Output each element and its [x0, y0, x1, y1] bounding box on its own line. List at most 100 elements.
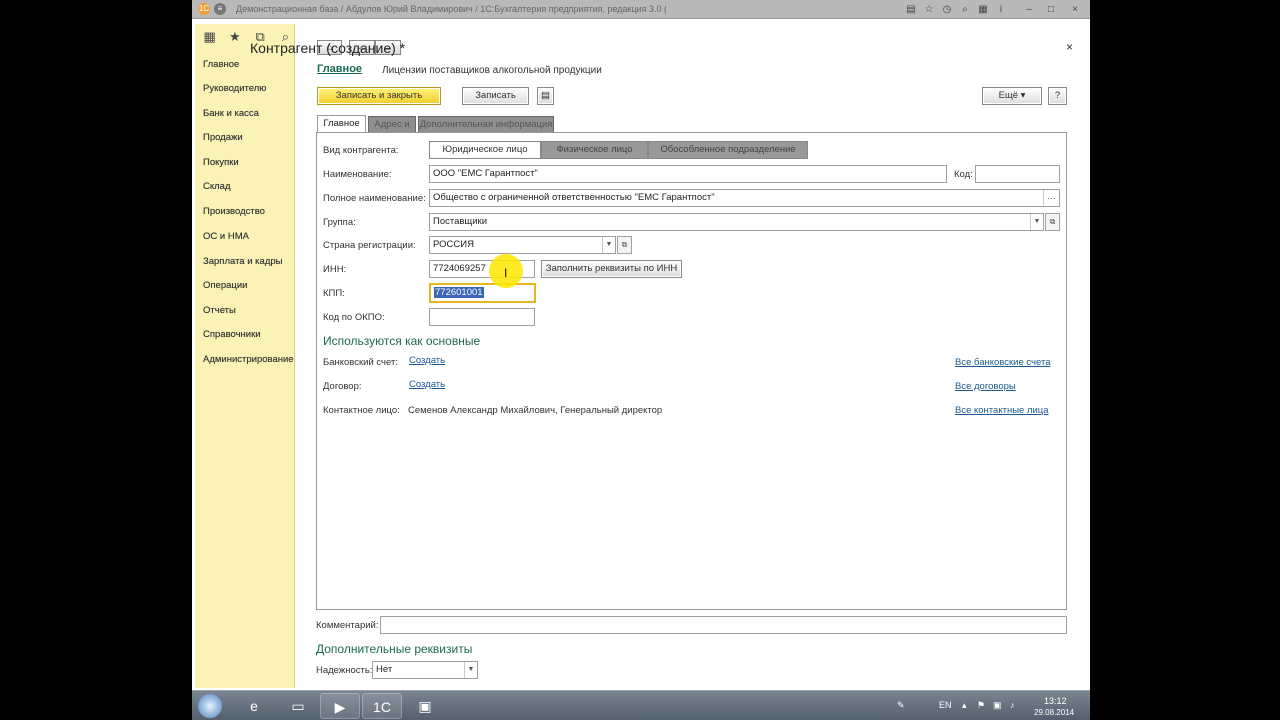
more-button[interactable]: Ещё ▾	[982, 87, 1042, 105]
clock-time[interactable]: 13:12	[1044, 696, 1067, 706]
kind-option-branch[interactable]: Обособленное подразделение	[648, 141, 808, 159]
sidebar-item-fixed-assets[interactable]: ОС и НМА	[203, 231, 249, 242]
create-bank-account-link[interactable]: Создать	[409, 355, 445, 366]
name-label: Наименование:	[323, 169, 392, 180]
inn-label: ИНН:	[323, 264, 347, 275]
text-cursor-icon: I	[504, 266, 508, 280]
full-name-input[interactable]: Общество с ограниченной ответственностью…	[429, 189, 1060, 207]
open-group-icon[interactable]: ⧉	[1045, 213, 1060, 231]
sidebar-item-operations[interactable]: Операции	[203, 280, 247, 291]
extra-heading: Дополнительные реквизиты	[316, 642, 473, 656]
code-input[interactable]	[975, 165, 1060, 183]
save-and-close-button[interactable]: Записать и закрыть	[317, 87, 441, 105]
contract-label: Договор:	[323, 381, 362, 392]
history-icon[interactable]: ◷	[940, 3, 954, 16]
more-label: Ещё	[998, 90, 1018, 101]
folder-icon[interactable]: ▭	[278, 693, 318, 719]
open-country-icon[interactable]: ⧉	[617, 236, 632, 254]
nav-link-main[interactable]: Главное	[317, 63, 362, 75]
start-button[interactable]	[198, 694, 222, 718]
all-contacts-link[interactable]: Все контактные лица	[955, 405, 1049, 416]
volume-icon[interactable]: ♪	[1010, 700, 1015, 710]
section-panel: ▦ ★ ⧉ ⌕ Главное Руководителю Банк и касс…	[195, 24, 295, 688]
tray-arrow-icon[interactable]: ▴	[962, 700, 967, 711]
okpo-input[interactable]	[429, 308, 535, 326]
kind-option-legal[interactable]: Юридическое лицо	[429, 141, 541, 159]
kind-label: Вид контрагента:	[323, 145, 399, 156]
sidebar-item-production[interactable]: Производство	[203, 206, 265, 217]
info-icon[interactable]: i	[994, 3, 1008, 16]
pen-icon[interactable]: ✎	[897, 700, 905, 711]
network-icon[interactable]: ▣	[993, 700, 1002, 711]
contact-label: Контактное лицо:	[323, 405, 400, 416]
sidebar-item-warehouse[interactable]: Склад	[203, 181, 231, 192]
close-form-icon[interactable]: ×	[1066, 40, 1073, 54]
main-menu-icon[interactable]: ▤	[904, 3, 918, 16]
search-icon[interactable]: ⌕	[958, 3, 972, 16]
contact-value[interactable]: Семенов Александр Михайлович, Генеральны…	[408, 405, 662, 416]
create-contract-link[interactable]: Создать	[409, 379, 445, 390]
sidebar-item-bank[interactable]: Банк и касса	[203, 108, 259, 119]
code-label: Код:	[954, 169, 973, 180]
sidebar-item-manager[interactable]: Руководителю	[203, 83, 266, 94]
sidebar-item-payroll[interactable]: Зарплата и кадры	[203, 256, 282, 267]
comment-input[interactable]	[380, 616, 1067, 634]
reliability-select[interactable]: Нет ▼	[372, 661, 478, 679]
chevron-down-icon[interactable]: ▼	[464, 662, 477, 678]
kind-option-individual[interactable]: Физическое лицо	[541, 141, 648, 159]
sidebar-item-purchases[interactable]: Покупки	[203, 157, 239, 168]
tab-additional-info[interactable]: Дополнительная информация	[418, 116, 554, 133]
close-window-icon[interactable]: ×	[1068, 3, 1082, 16]
media-player-icon[interactable]: ▶	[320, 693, 360, 719]
fill-by-inn-button[interactable]: Заполнить реквизиты по ИНН	[541, 260, 682, 278]
print-icon[interactable]: ▤	[537, 87, 554, 105]
comment-label: Комментарий:	[316, 620, 379, 631]
ie-icon[interactable]: e	[234, 693, 274, 719]
sidebar-item-main[interactable]: Главное	[203, 59, 239, 70]
group-value: Поставщики	[433, 216, 488, 227]
1c-logo-icon[interactable]: 1С	[198, 3, 210, 15]
reliability-value: Нет	[376, 664, 393, 675]
all-contracts-link[interactable]: Все договоры	[955, 381, 1016, 392]
maximize-icon[interactable]: □	[1044, 3, 1058, 16]
full-name-value: Общество с ограниченной ответственностью…	[433, 192, 715, 203]
app-icon[interactable]: ▣	[405, 693, 445, 719]
name-input[interactable]: ООО "ЕМС Гарантпост"	[429, 165, 947, 183]
minimize-icon[interactable]: –	[1022, 3, 1036, 16]
kpp-label: КПП:	[323, 288, 345, 299]
chevron-down-icon[interactable]: ▼	[1030, 214, 1043, 230]
kpp-input[interactable]: 772601001	[429, 283, 536, 303]
flag-icon[interactable]: ⚑	[977, 700, 985, 711]
grid-icon[interactable]: ▦	[201, 29, 218, 45]
clock-date[interactable]: 29.08.2014	[1034, 708, 1074, 717]
sidebar-item-reports[interactable]: Отчеты	[203, 305, 236, 316]
calculator-icon[interactable]: ▦	[976, 3, 990, 16]
bank-account-label: Банковский счет:	[323, 357, 398, 368]
star-icon[interactable]: ★	[226, 29, 243, 45]
save-button[interactable]: Записать	[462, 87, 529, 105]
language-indicator[interactable]: EN	[939, 700, 952, 710]
1c-icon[interactable]: 1С	[362, 693, 402, 719]
chevron-down-icon[interactable]: ▼	[602, 237, 615, 253]
tab-address[interactable]: Адрес и	[368, 116, 416, 133]
sidebar-item-sales[interactable]: Продажи	[203, 132, 243, 143]
group-label: Группа:	[323, 217, 356, 228]
kpp-value: 772601001	[434, 287, 484, 298]
all-bank-accounts-link[interactable]: Все банковские счета	[955, 357, 1050, 368]
menu-icon[interactable]: ≡	[214, 3, 226, 15]
country-label: Страна регистрации:	[323, 240, 416, 251]
sidebar-item-directories[interactable]: Справочники	[203, 329, 261, 340]
tab-main[interactable]: Главное	[317, 115, 366, 132]
windows-taskbar: e ▭ ▶ 1С ▣ ✎ EN ▴ ⚑ ▣ ♪ 13:12 29.08.2014	[192, 690, 1090, 720]
window-title: Демонстрационная база / Абдулов Юрий Вла…	[236, 4, 666, 14]
reliability-label: Надежность:	[316, 665, 373, 676]
star-icon[interactable]: ☆	[922, 3, 936, 16]
ellipsis-icon[interactable]: …	[1043, 190, 1059, 206]
sidebar-item-admin[interactable]: Администрирование	[203, 354, 294, 365]
okpo-label: Код по ОКПО:	[323, 312, 385, 323]
group-input[interactable]: Поставщики ▼	[429, 213, 1044, 231]
full-name-label: Полное наименование:	[323, 193, 426, 204]
help-button[interactable]: ?	[1048, 87, 1067, 105]
nav-link-licenses[interactable]: Лицензии поставщиков алкогольной продукц…	[382, 65, 602, 76]
country-input[interactable]: РОССИЯ ▼	[429, 236, 616, 254]
